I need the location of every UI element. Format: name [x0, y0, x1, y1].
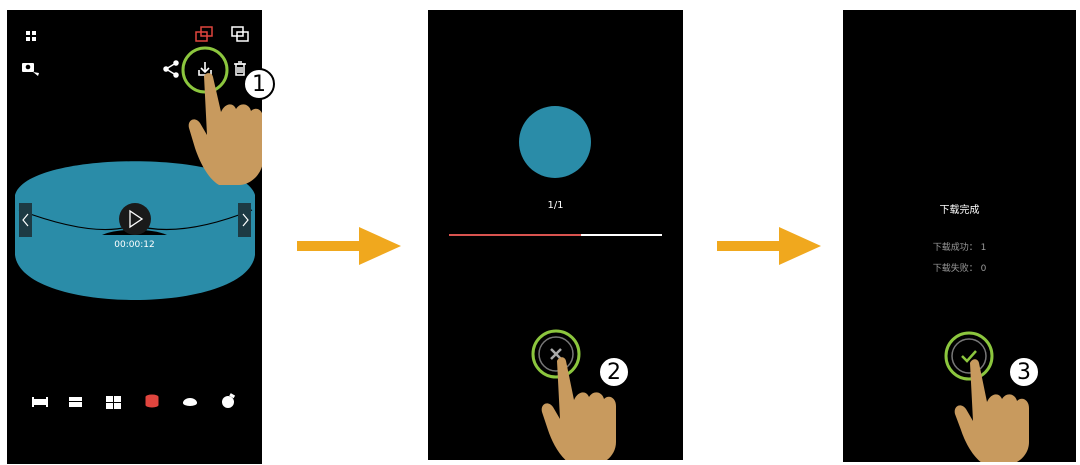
play-icon[interactable] — [119, 203, 151, 235]
phone-switch-icon[interactable] — [231, 26, 249, 42]
download-complete-screen: 下载完成 下载成功： 1 下载失败： 0 — [843, 10, 1076, 462]
playback-screen: 00:00:12 — [7, 10, 262, 464]
flow-arrow-1 — [297, 227, 401, 265]
ball-view-icon[interactable] — [222, 393, 236, 408]
download-icon[interactable] — [198, 62, 212, 76]
share-icon[interactable] — [163, 60, 179, 78]
step-badge-1: 1 — [243, 68, 275, 100]
step-badge-3: 3 — [1008, 356, 1040, 388]
complete-graphics — [944, 331, 1029, 462]
camera-icon[interactable] — [22, 63, 39, 76]
downloading-graphics — [449, 106, 662, 460]
playback-graphics — [15, 26, 262, 409]
grid-icon[interactable] — [26, 31, 36, 41]
multi-screen-icon[interactable] — [195, 26, 213, 42]
timecode: 00:00:12 — [114, 240, 155, 250]
downloading-screen: 1/1 — [428, 10, 683, 460]
tutorial-stage: 00:00:12 1 1/1 2 下载完成 下载成功： 1 下载失败： 0 3 — [0, 0, 1080, 465]
tap-highlight-ring — [944, 331, 994, 381]
next-arrow-icon[interactable] — [238, 203, 251, 237]
single-view-icon[interactable] — [32, 397, 48, 407]
step-badge-2: 2 — [598, 356, 630, 388]
confirm-icon[interactable] — [951, 338, 987, 374]
flow-arrow-2 — [717, 227, 821, 265]
quad-view-icon[interactable] — [106, 396, 121, 409]
cylinder-view-icon[interactable] — [145, 394, 159, 408]
bowl-view-icon[interactable] — [183, 398, 197, 406]
progress-text: 1/1 — [547, 200, 564, 211]
download-spinner — [519, 106, 591, 178]
cancel-icon[interactable] — [538, 336, 574, 372]
dual-view-icon[interactable] — [69, 397, 82, 407]
delete-icon[interactable] — [234, 61, 246, 76]
prev-arrow-icon[interactable] — [19, 203, 32, 237]
